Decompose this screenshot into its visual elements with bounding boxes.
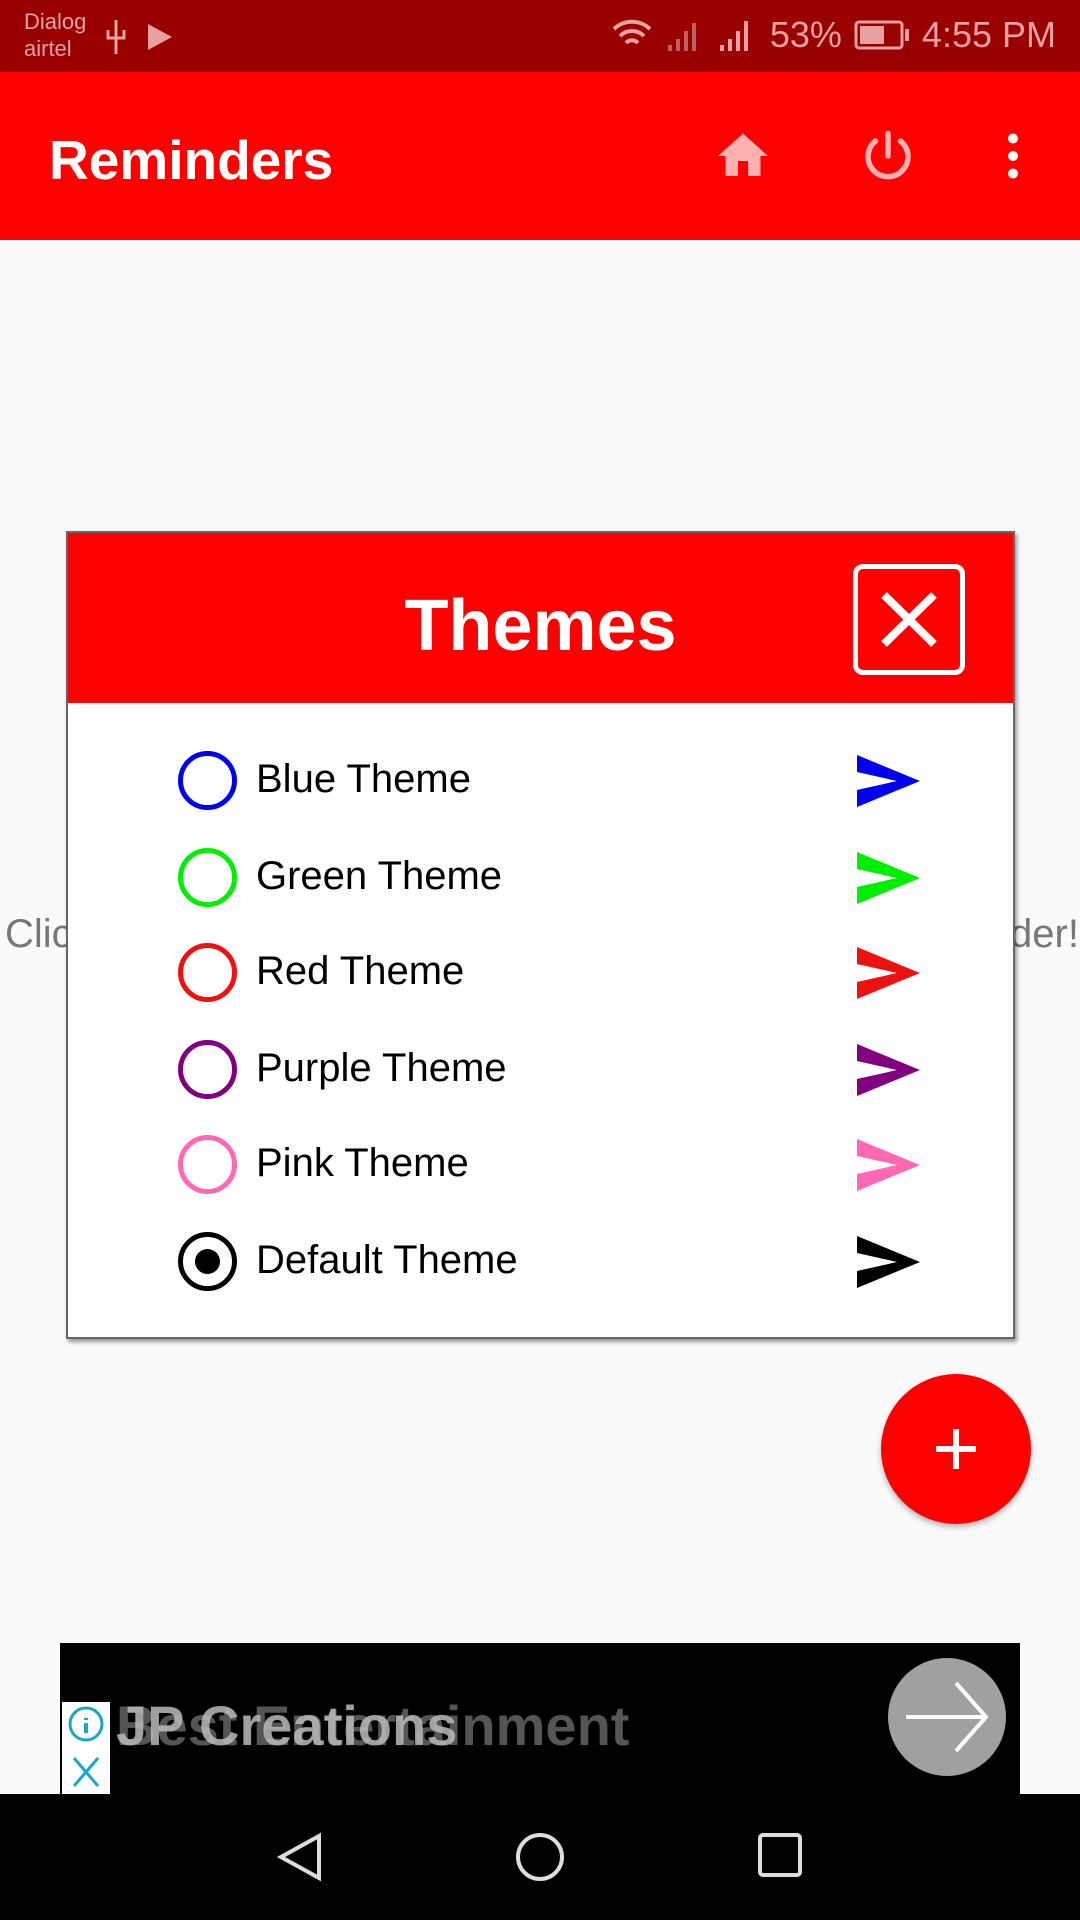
- dialog-header: Themes: [68, 533, 1013, 703]
- add-reminder-button[interactable]: [881, 1374, 1031, 1524]
- theme-label: Pink Theme: [256, 1141, 469, 1185]
- theme-option[interactable]: Default Theme: [68, 1216, 1013, 1306]
- app-title: Reminders: [49, 129, 334, 191]
- theme-option[interactable]: Red Theme: [68, 927, 1013, 1017]
- ad-choices[interactable]: [62, 1702, 110, 1794]
- theme-option[interactable]: Green Theme: [68, 832, 1013, 922]
- wifi-icon: [612, 19, 652, 45]
- more-vert-icon[interactable]: [983, 126, 1043, 186]
- usb-icon: [106, 20, 126, 54]
- theme-label: Blue Theme: [256, 757, 471, 801]
- recents-icon[interactable]: [757, 1832, 803, 1878]
- radio-button[interactable]: [178, 1135, 237, 1194]
- status-bar: Dialog airtel 53% 4:55 PM: [0, 0, 1080, 72]
- carrier-name-2: airtel: [24, 36, 72, 61]
- carrier: Dialog airtel: [24, 8, 86, 62]
- radio-button[interactable]: [178, 1040, 237, 1099]
- app-bar: Reminders: [0, 72, 1080, 240]
- theme-option[interactable]: Pink Theme: [68, 1119, 1013, 1209]
- home-nav-icon[interactable]: [515, 1832, 565, 1882]
- play-store-icon: [148, 24, 172, 50]
- radio-button[interactable]: [178, 848, 237, 907]
- signal-icon-2: [719, 21, 748, 51]
- ad-open-button[interactable]: [888, 1658, 1006, 1776]
- radio-button[interactable]: [178, 943, 237, 1002]
- send-icon[interactable]: [857, 947, 920, 999]
- theme-label: Green Theme: [256, 854, 503, 898]
- send-icon[interactable]: [857, 1139, 920, 1191]
- radio-selected-dot: [195, 1249, 220, 1274]
- battery-charging-icon: [854, 20, 909, 50]
- empty-state-text: Clic: [5, 912, 72, 956]
- theme-label: Default Theme: [256, 1238, 518, 1282]
- radio-button[interactable]: [178, 751, 237, 810]
- info-icon: [68, 1706, 104, 1787]
- send-icon[interactable]: [857, 755, 920, 807]
- theme-option[interactable]: Blue Theme: [68, 735, 1013, 825]
- home-icon[interactable]: [713, 126, 773, 186]
- plus-icon: [936, 1429, 976, 1469]
- arrow-right-icon: [906, 1681, 989, 1753]
- theme-option[interactable]: Purple Theme: [68, 1024, 1013, 1114]
- signal-icon: [667, 23, 696, 51]
- ad-close-icon: [72, 1757, 100, 1787]
- send-icon[interactable]: [857, 852, 920, 904]
- back-icon[interactable]: [275, 1832, 325, 1882]
- close-button[interactable]: [853, 564, 965, 675]
- close-icon: [881, 592, 937, 647]
- theme-label: Purple Theme: [256, 1046, 507, 1090]
- ad-advertiser: JP Creations: [116, 1694, 458, 1757]
- send-icon[interactable]: [857, 1236, 920, 1288]
- battery-percent: 53%: [769, 14, 842, 55]
- send-icon[interactable]: [857, 1044, 920, 1096]
- carrier-name: Dialog: [24, 9, 87, 34]
- clock: 4:55 PM: [921, 14, 1056, 55]
- ad-banner[interactable]: Best Entertainment JP Creations: [60, 1643, 1020, 1794]
- power-icon[interactable]: [858, 126, 918, 186]
- navigation-bar: [0, 1794, 1080, 1920]
- theme-label: Red Theme: [256, 949, 465, 993]
- radio-button[interactable]: [178, 1232, 237, 1291]
- themes-dialog: Themes Blue Theme Green Theme Red Theme …: [66, 531, 1015, 1339]
- empty-state-text-end: der!: [1010, 912, 1079, 956]
